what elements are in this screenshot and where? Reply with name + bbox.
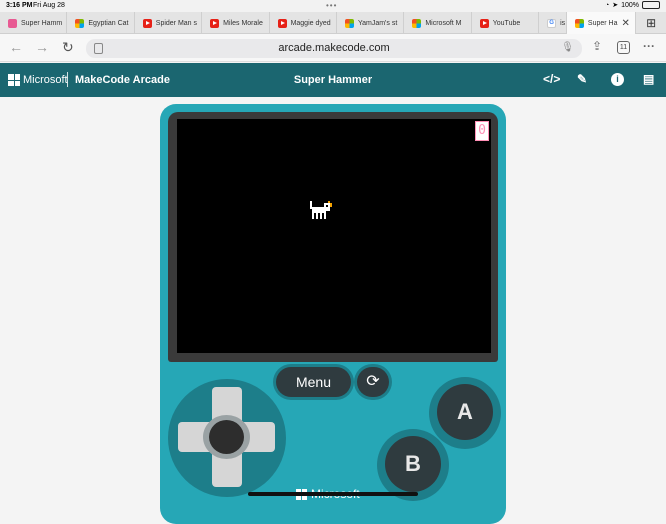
- google-favicon-icon: G: [547, 18, 557, 28]
- tab-overview-icon[interactable]: ⊞: [636, 12, 666, 34]
- info-icon[interactable]: i: [611, 73, 624, 86]
- battery-icon: [642, 1, 660, 9]
- makecode-favicon-icon: [8, 18, 17, 28]
- status-bar: 3:16 PM Fri Aug 28 ••• ◔ ➤ 100%: [0, 0, 666, 12]
- multitask-dots-icon[interactable]: •••: [326, 1, 337, 10]
- reload-icon[interactable]: ↻: [62, 39, 74, 56]
- location-icon: ➤: [612, 2, 619, 9]
- simulator-stage: 0 Menu ⟳ A B Microsoft: [0, 97, 666, 524]
- tab-miles-morales[interactable]: Miles Morale: [202, 12, 270, 34]
- a-button[interactable]: A: [437, 384, 493, 440]
- home-indicator[interactable]: [248, 492, 418, 496]
- back-arrow-icon[interactable]: ←: [9, 39, 23, 55]
- restart-icon[interactable]: ⟳: [357, 367, 389, 397]
- tab-super-hammer-active[interactable]: Super Ha ✕: [566, 12, 637, 34]
- navigation-bar: ← → ↻ arcade.makecode.com 🎙 ⇪ 11 ···: [0, 34, 666, 62]
- menu-button[interactable]: Menu: [276, 367, 351, 397]
- wifi-icon: ◔: [604, 1, 610, 9]
- score-display: 0: [475, 121, 489, 141]
- url-text: arcade.makecode.com: [278, 42, 390, 54]
- status-time: 3:16 PM: [6, 2, 33, 9]
- microsoft-favicon-icon: [75, 18, 85, 28]
- tab-youtube[interactable]: YouTube: [472, 12, 540, 34]
- tab-maggie-dyed[interactable]: Maggie dyed: [270, 12, 337, 34]
- battery-percent: 100%: [621, 1, 639, 9]
- tab-microsoft-makecode[interactable]: Microsoft M: [404, 12, 472, 34]
- microsoft-favicon-icon: [412, 18, 422, 28]
- close-tab-icon[interactable]: ✕: [622, 18, 630, 29]
- tab-yamjam[interactable]: YamJam's st: [337, 12, 405, 34]
- tab-super-hammer-1[interactable]: Super Hamm: [0, 12, 68, 34]
- microsoft-favicon-icon: [344, 18, 354, 28]
- tab-egyptian-cat[interactable]: Egyptian Cat: [67, 12, 135, 34]
- project-title: Super Hammer: [293, 74, 373, 86]
- status-date: Fri Aug 28: [33, 2, 65, 9]
- tab-google[interactable]: Gis: [539, 12, 567, 34]
- game-screen[interactable]: 0: [177, 119, 491, 353]
- clipboard-icon[interactable]: ▤: [643, 72, 654, 86]
- tab-spider-man[interactable]: Spider Man s: [135, 12, 203, 34]
- dpad-joystick[interactable]: [203, 415, 250, 459]
- code-view-icon[interactable]: </>: [543, 72, 560, 86]
- cat-sprite-icon: [310, 201, 332, 219]
- microphone-icon[interactable]: 🎙: [561, 42, 574, 53]
- more-options-icon[interactable]: ···: [643, 39, 655, 53]
- youtube-favicon-icon: [210, 18, 220, 28]
- share-icon[interactable]: ⇪: [592, 39, 602, 53]
- makecode-header: Microsoft MakeCode Arcade Super Hammer <…: [0, 63, 666, 97]
- address-field[interactable]: arcade.makecode.com 🎙: [86, 39, 582, 58]
- b-button[interactable]: B: [385, 436, 441, 492]
- youtube-favicon-icon: [142, 18, 152, 28]
- microsoft-favicon-icon: [574, 18, 584, 28]
- tab-count-button[interactable]: 11: [617, 41, 630, 54]
- tab-bar: Super Hamm Egyptian Cat Spider Man s Mil…: [0, 12, 666, 34]
- youtube-favicon-icon: [277, 18, 287, 28]
- forward-arrow-icon[interactable]: →: [35, 39, 49, 55]
- youtube-favicon-icon: [479, 18, 489, 28]
- edit-icon[interactable]: ✎: [577, 72, 587, 86]
